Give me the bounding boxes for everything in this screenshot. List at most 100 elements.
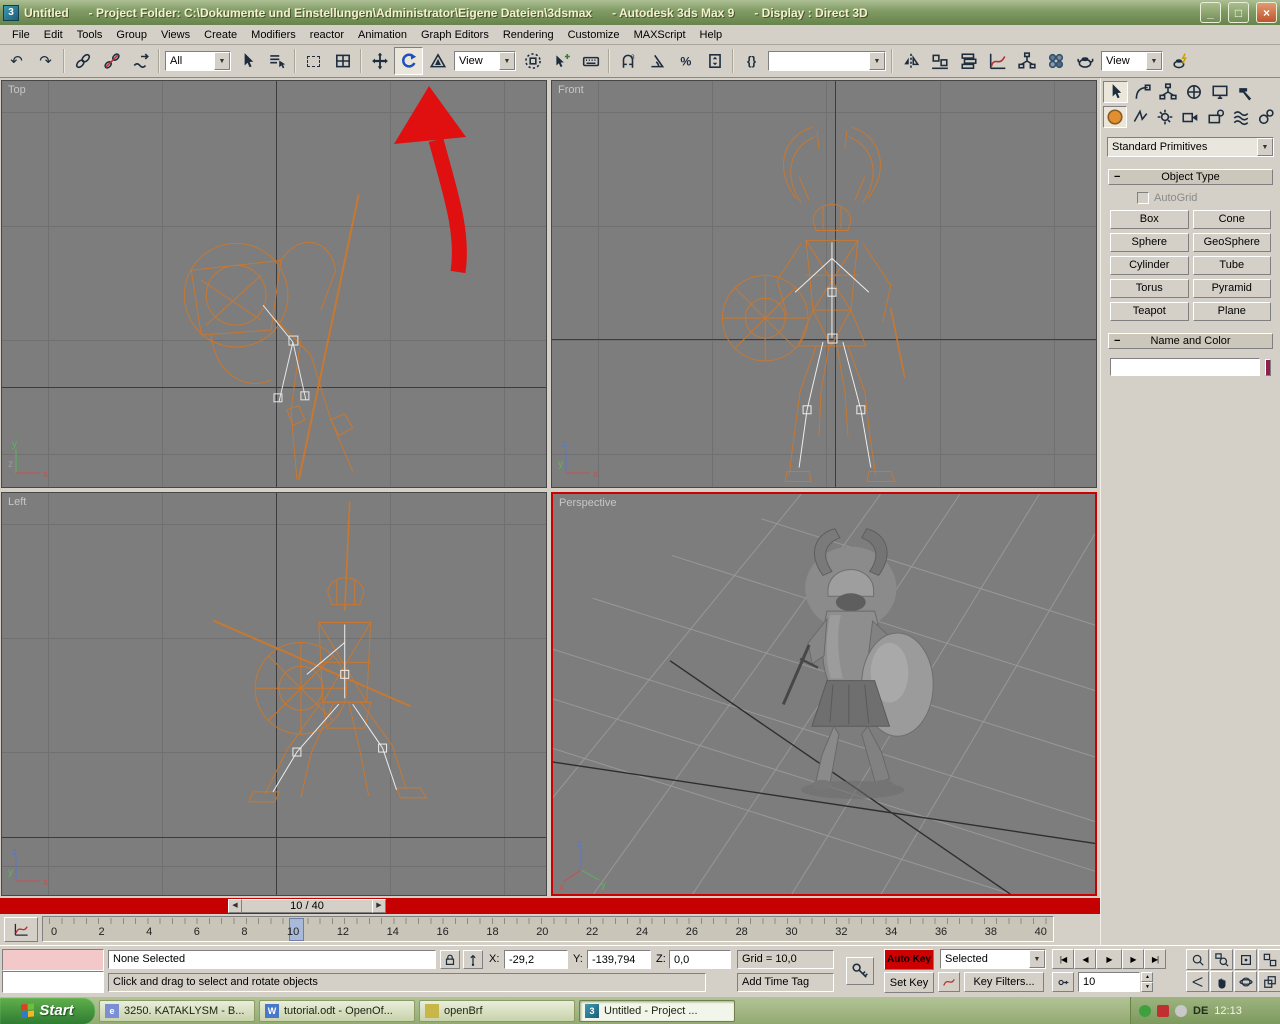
- set-keys-button[interactable]: [846, 957, 874, 985]
- rollout-object-type[interactable]: − Object Type: [1108, 169, 1273, 185]
- menu-tools[interactable]: Tools: [70, 27, 110, 43]
- primitive-cylinder-button[interactable]: Cylinder: [1110, 256, 1189, 275]
- tab-display[interactable]: [1207, 81, 1232, 103]
- language-indicator[interactable]: DE: [1193, 1005, 1208, 1017]
- subtab-geometry[interactable]: [1103, 106, 1128, 128]
- autogrid-checkbox[interactable]: [1137, 192, 1149, 204]
- viewport-front[interactable]: Front z x y: [551, 80, 1097, 488]
- primitive-tube-button[interactable]: Tube: [1192, 256, 1271, 275]
- z-input[interactable]: [674, 951, 726, 968]
- frame-input[interactable]: [1083, 973, 1135, 991]
- unlink-selection-button[interactable]: [97, 47, 126, 75]
- menu-animation[interactable]: Animation: [351, 27, 414, 43]
- select-and-manipulate-button[interactable]: [547, 47, 576, 75]
- key-mode-toggle-button[interactable]: [1052, 972, 1074, 992]
- min-max-toggle-button[interactable]: [1258, 971, 1280, 992]
- reference-coordinate-dropdown[interactable]: View ▼: [454, 51, 516, 71]
- tray-icon-gray[interactable]: [1175, 1004, 1187, 1017]
- schematic-view-button[interactable]: [1012, 47, 1041, 75]
- zoom-button[interactable]: [1186, 949, 1209, 970]
- menu-maxscript[interactable]: MAXScript: [627, 27, 693, 43]
- taskbar-item-3dsmax[interactable]: 3 Untitled - Project ...: [579, 999, 735, 1022]
- menu-group[interactable]: Group: [109, 27, 154, 43]
- time-slider[interactable]: ◀ 10 / 40 ▶: [228, 899, 386, 913]
- primitive-teapot-button[interactable]: Teapot: [1110, 302, 1189, 321]
- dropdown-arrow-icon[interactable]: ▼: [1029, 950, 1045, 968]
- primitive-sphere-button[interactable]: Sphere: [1110, 233, 1189, 252]
- zoom-all-button[interactable]: [1210, 949, 1233, 970]
- play-button[interactable]: ▶: [1096, 949, 1122, 969]
- start-button[interactable]: Start: [0, 997, 95, 1024]
- select-and-scale-button[interactable]: [423, 47, 452, 75]
- key-filters-button[interactable]: Key Filters...: [964, 972, 1044, 992]
- spinner-up-icon[interactable]: ▲: [1141, 972, 1153, 982]
- key-mode-dropdown[interactable]: Selected ▼: [940, 949, 1046, 969]
- primitive-box-button[interactable]: Box: [1110, 210, 1189, 229]
- rollout-name-color[interactable]: − Name and Color: [1108, 333, 1273, 349]
- curve-editor-button[interactable]: [983, 47, 1012, 75]
- window-crossing-button[interactable]: [328, 47, 357, 75]
- menu-customize[interactable]: Customize: [561, 27, 627, 43]
- tab-hierarchy[interactable]: [1155, 81, 1180, 103]
- set-key-button[interactable]: Set Key: [884, 972, 934, 993]
- goto-start-button[interactable]: |◀: [1052, 949, 1074, 969]
- select-and-link-button[interactable]: [68, 47, 97, 75]
- arc-rotate-button[interactable]: [1234, 971, 1257, 992]
- taskbar-item-kataklysm[interactable]: e 3250. KATAKLYSM - B...: [99, 999, 255, 1022]
- primitive-torus-button[interactable]: Torus: [1110, 279, 1189, 298]
- primitive-cone-button[interactable]: Cone: [1192, 210, 1271, 229]
- minimize-button[interactable]: _: [1200, 2, 1221, 23]
- render-setup-button[interactable]: [1070, 47, 1099, 75]
- dropdown-arrow-icon[interactable]: ▼: [214, 52, 230, 70]
- menu-help[interactable]: Help: [693, 27, 730, 43]
- x-input[interactable]: [509, 951, 563, 968]
- angle-snap-button[interactable]: [642, 47, 671, 75]
- track-bar[interactable]: 0 2 4 6 8 10 12 14 16 18 20 22 24 26 28 30 32 34 36 38 40: [0, 914, 1100, 945]
- slider-next-icon[interactable]: ▶: [372, 899, 386, 913]
- subtab-lights[interactable]: [1153, 106, 1178, 128]
- object-name-input[interactable]: [1110, 358, 1260, 376]
- zoom-extents-all-button[interactable]: [1258, 949, 1280, 970]
- dropdown-arrow-icon[interactable]: ▼: [869, 52, 885, 70]
- dropdown-arrow-icon[interactable]: ▼: [1146, 52, 1162, 70]
- pan-button[interactable]: [1210, 971, 1233, 992]
- use-pivot-center-button[interactable]: [518, 47, 547, 75]
- undo-button[interactable]: ↶: [2, 47, 31, 75]
- bind-to-spacewarp-button[interactable]: [126, 47, 155, 75]
- absolute-offset-toggle[interactable]: [463, 950, 483, 969]
- layer-manager-button[interactable]: [954, 47, 983, 75]
- current-frame-field[interactable]: [1078, 972, 1140, 992]
- tray-icon-red[interactable]: [1157, 1004, 1169, 1017]
- menu-modifiers[interactable]: Modifiers: [244, 27, 303, 43]
- tab-utilities[interactable]: [1233, 81, 1258, 103]
- render-type-dropdown[interactable]: View ▼: [1101, 51, 1163, 71]
- y-input[interactable]: [592, 951, 646, 968]
- menu-file[interactable]: File: [5, 27, 37, 43]
- edit-named-sets-button[interactable]: {}: [737, 47, 766, 75]
- select-and-rotate-button[interactable]: [394, 47, 423, 75]
- taskbar-item-tutorial-odt[interactable]: W tutorial.odt - OpenOf...: [259, 999, 415, 1022]
- tab-motion[interactable]: [1181, 81, 1206, 103]
- close-button[interactable]: ×: [1256, 2, 1277, 23]
- y-coordinate-field[interactable]: [587, 950, 651, 969]
- subtab-shapes[interactable]: [1128, 106, 1153, 128]
- spinner-snap-button[interactable]: [700, 47, 729, 75]
- next-frame-button[interactable]: ▶: [1122, 949, 1144, 969]
- spinner-down-icon[interactable]: ▼: [1141, 982, 1153, 992]
- goto-end-button[interactable]: ▶|: [1144, 949, 1166, 969]
- add-time-tag-field[interactable]: Add Time Tag: [737, 973, 834, 992]
- mirror-button[interactable]: [896, 47, 925, 75]
- mini-curve-editor-button[interactable]: [4, 917, 38, 942]
- menu-create[interactable]: Create: [197, 27, 244, 43]
- snaps-toggle-button[interactable]: 3: [613, 47, 642, 75]
- slider-prev-icon[interactable]: ◀: [228, 899, 242, 913]
- named-sets-dropdown[interactable]: ▼: [768, 51, 886, 71]
- viewport-left[interactable]: Left z x y: [1, 492, 547, 896]
- viewport-perspective[interactable]: Perspective x y z: [551, 492, 1097, 896]
- object-color-swatch[interactable]: [1265, 358, 1271, 376]
- dropdown-arrow-icon[interactable]: ▼: [1257, 138, 1273, 156]
- macro-recorder-field[interactable]: [2, 949, 104, 971]
- dropdown-arrow-icon[interactable]: ▼: [499, 52, 515, 70]
- primitive-pyramid-button[interactable]: Pyramid: [1192, 279, 1271, 298]
- mini-listener-field[interactable]: [2, 971, 104, 993]
